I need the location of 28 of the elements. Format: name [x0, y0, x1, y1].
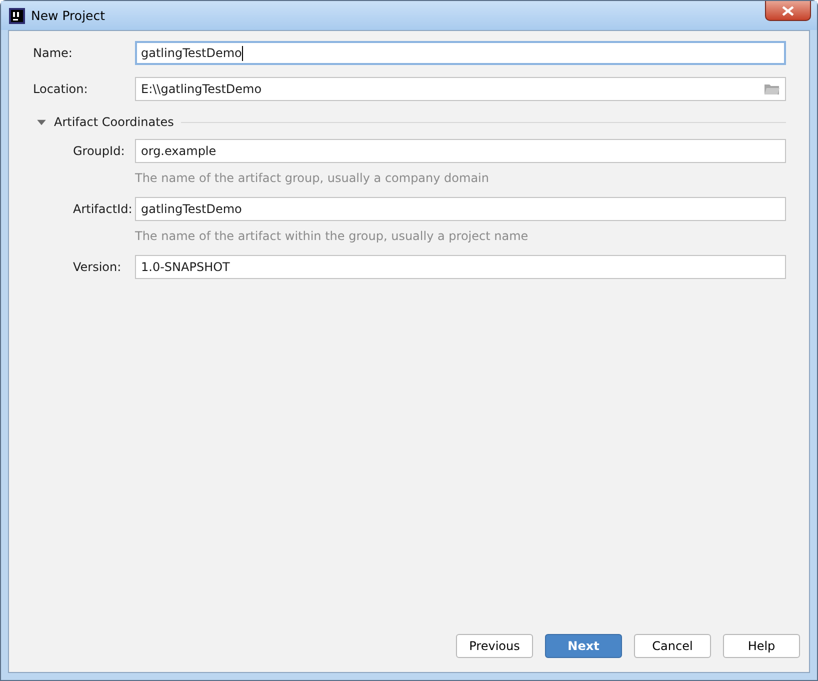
dialog-button[interactable]: Help [723, 634, 800, 658]
app-icon [9, 8, 25, 24]
text-field[interactable]: gatlingTestDemo [135, 197, 786, 221]
hint-text: The name of the artifact within the group, usually a project name [135, 229, 530, 243]
text-cursor [242, 46, 243, 60]
text-field[interactable]: 1.0-SNAPSHOT [135, 255, 786, 279]
text-field[interactable]: org.example [135, 139, 786, 163]
dialog-button[interactable]: Next [545, 634, 622, 658]
field-label: GroupId: [73, 144, 126, 158]
location-field[interactable]: E:\\gatlingTestDemo [135, 77, 786, 101]
field-value: gatlingTestDemo [141, 46, 242, 60]
section-title: Artifact Coordinates [54, 115, 174, 129]
field-value: 1.0-SNAPSHOT [141, 260, 230, 274]
collapse-triangle-icon[interactable] [37, 118, 46, 126]
field-value: gatlingTestDemo [141, 202, 242, 216]
hint-text: The name of the artifact group, usually a company domain [135, 171, 490, 185]
close-icon [782, 6, 794, 16]
dialog-button[interactable]: Cancel [634, 634, 711, 658]
window-title: New Project [31, 8, 106, 23]
field-label: Version: [73, 260, 122, 274]
name-field[interactable]: gatlingTestDemo [135, 41, 786, 65]
close-button[interactable] [765, 1, 811, 21]
field-value: E:\\gatlingTestDemo [141, 82, 263, 96]
dialog-button[interactable]: Previous [456, 634, 533, 658]
field-label: Name: [33, 46, 74, 60]
field-value: org.example [141, 144, 216, 158]
field-label: ArtifactId: [73, 202, 134, 216]
field-label: Location: [33, 82, 89, 96]
